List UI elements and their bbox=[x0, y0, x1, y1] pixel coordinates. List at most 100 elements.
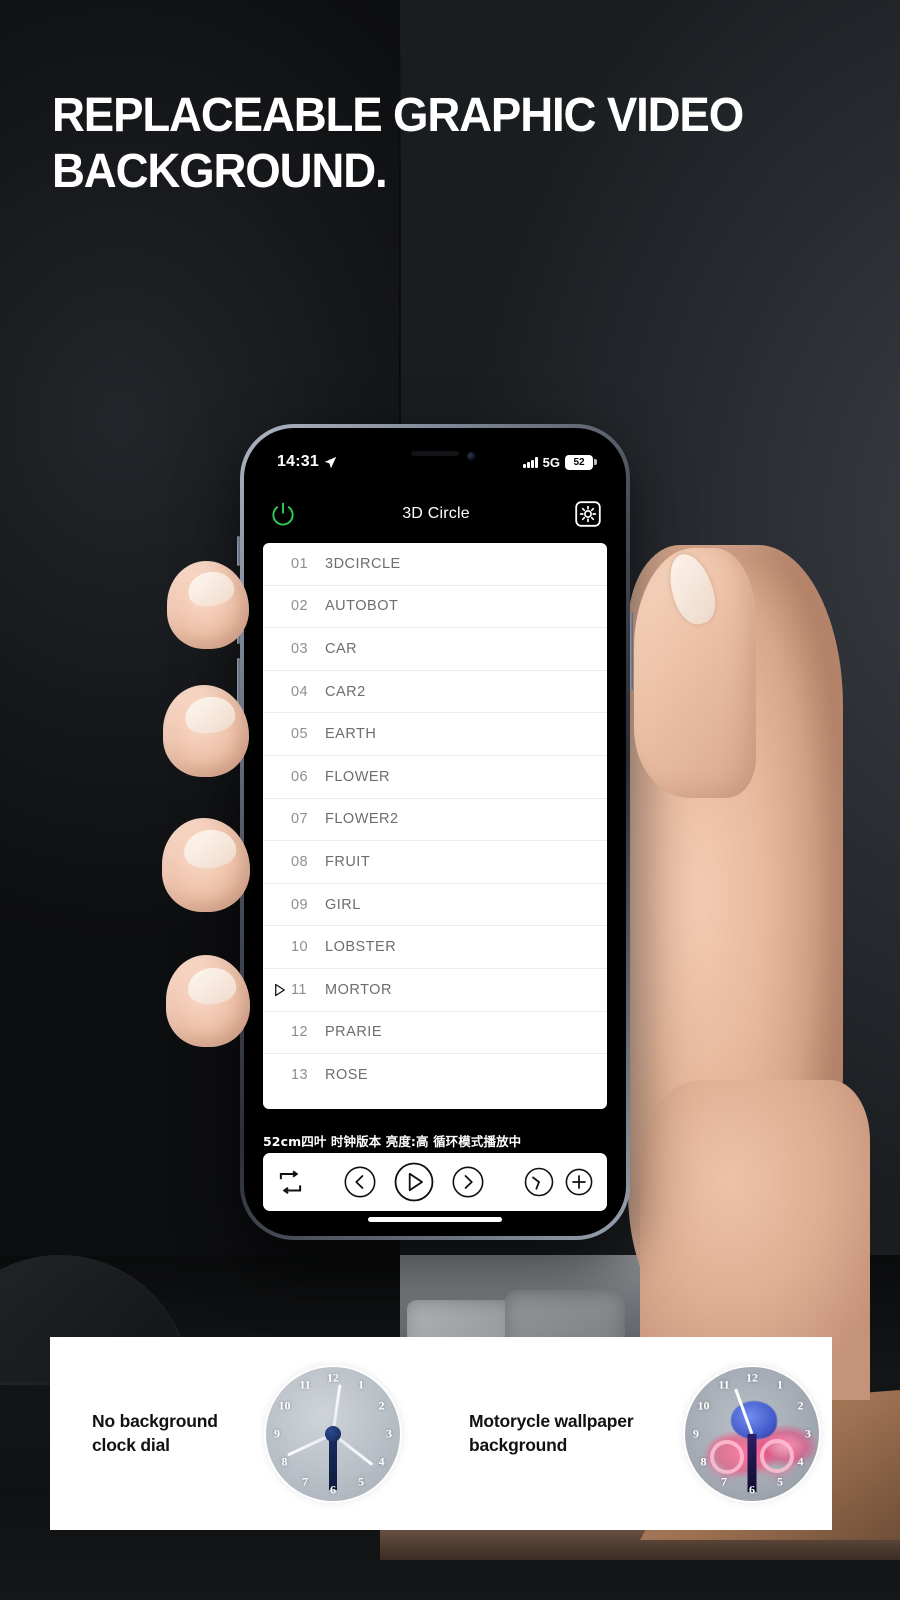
clock-numeral: 10 bbox=[278, 1398, 291, 1412]
home-indicator[interactable] bbox=[368, 1217, 502, 1222]
list-item-number: 13 bbox=[291, 1067, 308, 1084]
clock-numeral: 9 bbox=[274, 1426, 280, 1440]
list-item-name: PRARIE bbox=[325, 1024, 382, 1041]
list-item-name: FRUIT bbox=[325, 853, 371, 870]
list-item-name: FLOWER bbox=[325, 768, 391, 785]
list-item[interactable]: 10 LOBSTER bbox=[263, 926, 607, 969]
list-item-number: 09 bbox=[291, 896, 308, 913]
list-item[interactable]: 12 PRARIE bbox=[263, 1012, 607, 1055]
list-item-name: ROSE bbox=[325, 1067, 369, 1084]
play-indicator-icon bbox=[269, 983, 291, 997]
status-bar-time: 14:31 bbox=[277, 453, 319, 470]
list-item-name: CAR bbox=[325, 640, 358, 657]
clock-numeral: 2 bbox=[797, 1398, 804, 1412]
status-bar-left: 14:31 bbox=[277, 453, 337, 471]
clock-numeral: 4 bbox=[797, 1454, 804, 1468]
front-camera-icon bbox=[467, 452, 476, 461]
list-item-number: 10 bbox=[291, 939, 308, 956]
list-item[interactable]: 08 FRUIT bbox=[263, 841, 607, 884]
clock-numeral: 12 bbox=[327, 1370, 339, 1384]
next-button[interactable] bbox=[452, 1166, 484, 1198]
list-item-number: 02 bbox=[291, 598, 308, 615]
clock-numeral: 4 bbox=[378, 1454, 385, 1468]
power-icon[interactable] bbox=[269, 500, 297, 528]
list-item[interactable]: 04 CAR2 bbox=[263, 671, 607, 714]
feature-comparison-card: No background clock dial 12 1 2 3 4 5 6 7 8 9 10 11… bbox=[50, 1337, 832, 1530]
list-item-name: LOBSTER bbox=[325, 939, 397, 956]
previous-button[interactable] bbox=[344, 1166, 376, 1198]
list-item-number: 12 bbox=[291, 1024, 308, 1041]
list-item[interactable]: 06 FLOWER bbox=[263, 756, 607, 799]
list-item[interactable]: 09 GIRL bbox=[263, 884, 607, 927]
signal-bars-icon bbox=[523, 456, 538, 468]
clock-numeral: 7 bbox=[721, 1474, 727, 1489]
clock-numeral: 6 bbox=[330, 1482, 336, 1496]
clock-numeral: 3 bbox=[386, 1426, 392, 1440]
feature-label-line-2: clock dial bbox=[92, 1434, 170, 1455]
clock-numeral: 6 bbox=[749, 1482, 755, 1496]
clock-numeral: 2 bbox=[378, 1398, 385, 1412]
feature-item-motorcycle: Motorycle wallpaper background 12 1 2 3 4 5 6 7… bbox=[455, 1337, 832, 1530]
app-title: 3D Circle bbox=[402, 505, 470, 522]
status-bar-right: 5G 52 bbox=[523, 454, 597, 470]
device-status-strip: 52cm四叶 时钟版本 亮度:高 循环模式播放中 bbox=[263, 1133, 522, 1149]
clock-numeral: 5 bbox=[358, 1474, 364, 1489]
feature-label-line-1: Motorycle wallpaper bbox=[469, 1410, 634, 1431]
list-item-number: 07 bbox=[291, 811, 308, 828]
network-label: 5G bbox=[542, 454, 560, 470]
loop-mode-button[interactable] bbox=[277, 1170, 304, 1195]
pattern-list[interactable]: 01 3DCIRCLE 02 AUTOBOT 03 CAR 04 CAR2 05 EARTH 06 F… bbox=[263, 543, 607, 1109]
list-item[interactable]: 05 EARTH bbox=[263, 713, 607, 756]
list-item[interactable]: 02 AUTOBOT bbox=[263, 586, 607, 629]
list-item-number: 06 bbox=[291, 768, 308, 785]
clock-numeral: 1 bbox=[358, 1377, 364, 1392]
play-button[interactable] bbox=[394, 1162, 434, 1202]
phone-notch bbox=[376, 441, 494, 467]
phone-mute-switch[interactable] bbox=[237, 536, 240, 566]
list-item-number: 05 bbox=[291, 726, 308, 743]
clock-preview-plain: 12 1 2 3 4 5 6 7 8 9 10 11 bbox=[266, 1366, 400, 1501]
list-item[interactable]: 01 3DCIRCLE bbox=[263, 543, 607, 586]
clock-numeral: 8 bbox=[281, 1454, 288, 1468]
add-button[interactable] bbox=[565, 1168, 593, 1196]
list-item-name: GIRL bbox=[325, 896, 361, 913]
motorcycle-wheel bbox=[760, 1438, 795, 1473]
list-item-number: 08 bbox=[291, 853, 308, 870]
clock-numeral: 11 bbox=[718, 1377, 730, 1392]
brightness-button[interactable] bbox=[524, 1167, 554, 1197]
clock-numeral: 8 bbox=[700, 1454, 707, 1468]
feature-item-no-background: No background clock dial 12 1 2 3 4 5 6 7 8 9 10 11 bbox=[50, 1337, 455, 1530]
clock-numeral: 7 bbox=[302, 1474, 308, 1489]
list-item-name: MORTOR bbox=[325, 981, 392, 998]
headline-line-2: BACKGROUND. bbox=[52, 144, 388, 198]
page-headline: REPLACEABLE GRAPHIC VIDEO BACKGROUND. bbox=[52, 88, 812, 199]
location-arrow-icon bbox=[324, 456, 337, 469]
app-header: 3D Circle bbox=[251, 490, 619, 538]
battery-indicator: 52 bbox=[565, 454, 597, 470]
clock-numeral: 12 bbox=[746, 1370, 758, 1384]
gear-icon[interactable] bbox=[575, 501, 601, 527]
list-item[interactable]: 07 FLOWER2 bbox=[263, 799, 607, 842]
list-item-name: FLOWER2 bbox=[325, 811, 399, 828]
list-item-number: 01 bbox=[291, 555, 308, 572]
clock-numeral: 10 bbox=[697, 1398, 710, 1412]
clock-numeral: 5 bbox=[777, 1474, 783, 1489]
phone-bezel: 14:31 5G 52 3D Circle 01 3DCIRCLE 02 AUT… bbox=[244, 428, 626, 1236]
list-item[interactable]: 13 ROSE bbox=[263, 1054, 607, 1097]
list-item-name: AUTOBOT bbox=[325, 598, 399, 615]
feature-label-no-background: No background clock dial bbox=[92, 1410, 262, 1457]
clock-numeral: 9 bbox=[693, 1426, 699, 1440]
list-item-name: CAR2 bbox=[325, 683, 366, 700]
feature-label-line-2: background bbox=[469, 1434, 568, 1455]
list-item[interactable]: 11 MORTOR bbox=[263, 969, 607, 1012]
fan-hub bbox=[325, 1425, 341, 1442]
list-item[interactable]: 03 CAR bbox=[263, 628, 607, 671]
player-controls-bar bbox=[263, 1153, 607, 1211]
list-item-number: 03 bbox=[291, 640, 308, 657]
feature-label-line-1: No background bbox=[92, 1410, 218, 1431]
earpiece-speaker bbox=[411, 451, 459, 456]
clock-preview-motorcycle: 12 1 2 3 4 5 6 7 8 9 10 11 bbox=[685, 1366, 819, 1501]
phone-screen: 14:31 5G 52 3D Circle 01 3DCIRCLE 02 AUT… bbox=[251, 435, 619, 1229]
feature-label-motorcycle: Motorycle wallpaper background bbox=[469, 1410, 681, 1457]
phone-power-switch[interactable] bbox=[630, 612, 633, 690]
